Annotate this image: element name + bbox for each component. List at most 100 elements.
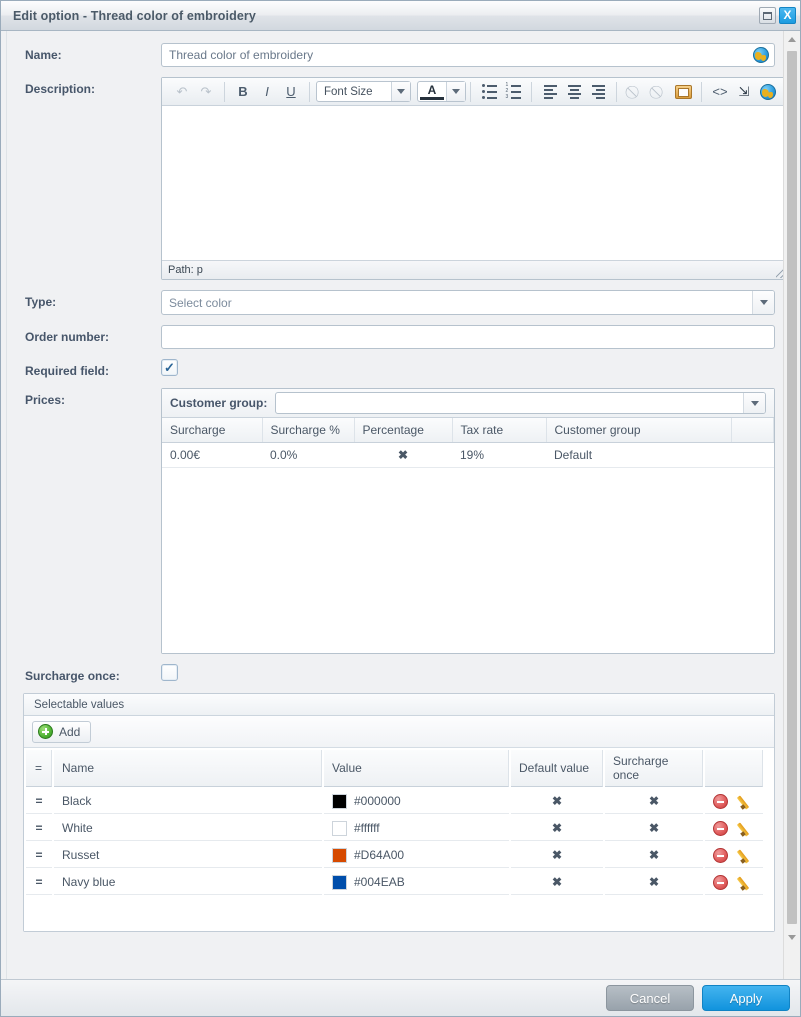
bullet-list-icon[interactable] [478, 81, 500, 103]
list-group: 1 2 3 [473, 81, 529, 103]
order-number-field-wrap [161, 325, 775, 349]
vertical-scrollbar[interactable] [783, 31, 800, 979]
cell-default-value: ✖ [511, 843, 603, 868]
row-drag-handle[interactable]: = [26, 870, 52, 895]
row-drag-handle[interactable]: = [26, 816, 52, 841]
table-row[interactable]: = Russet #D64A00 ✖ ✖ [26, 843, 764, 868]
sv-col-name[interactable]: Name [54, 750, 322, 787]
row-drag-handle[interactable]: = [26, 843, 52, 868]
chevron-up-icon [788, 37, 796, 42]
cell-default-value: ✖ [511, 789, 603, 814]
prices-panel: Customer group: Surcharge Surcharge % Pe… [161, 388, 775, 654]
required-field-wrap: ✓ [161, 359, 775, 376]
add-value-button[interactable]: Add [32, 720, 92, 743]
cell-name: Black [54, 789, 322, 814]
color-hex-text: #000000 [354, 794, 401, 808]
font-size-label: Font Size [324, 85, 373, 98]
table-row[interactable]: = White #ffffff ✖ ✖ [26, 816, 764, 841]
editor-content-area[interactable] [162, 106, 788, 260]
chevron-down-icon[interactable] [752, 291, 774, 314]
checkmark-icon: ✓ [164, 360, 175, 375]
selectable-values-empty-space [24, 897, 774, 931]
edit-pencil-icon[interactable] [740, 875, 755, 890]
editor-path-text: Path: p [168, 264, 203, 276]
fullscreen-icon[interactable]: ⇲ [733, 81, 755, 103]
row-drag-handle[interactable]: = [26, 789, 52, 814]
delete-icon[interactable] [713, 793, 728, 809]
cell-name: Russet [54, 843, 322, 868]
table-row[interactable]: 0.00€ 0.0% ✖ 19% Default [162, 442, 774, 468]
type-select[interactable]: Select color [161, 290, 775, 315]
edit-pencil-icon[interactable] [740, 848, 755, 863]
chevron-down-icon[interactable] [743, 393, 765, 413]
sv-col-default-value[interactable]: Default value [511, 750, 603, 787]
prices-col-percentage[interactable]: Percentage [354, 418, 453, 443]
translate-globe-icon[interactable] [757, 81, 779, 103]
prices-label: Prices: [25, 393, 66, 407]
delete-icon[interactable] [713, 820, 728, 836]
edit-option-dialog: Edit option - Thread color of embroidery… [0, 0, 801, 1017]
prices-col-surcharge-pct[interactable]: Surcharge % [262, 418, 355, 443]
toolbar-divider [531, 81, 532, 102]
undo-icon[interactable]: ↶ [171, 81, 193, 103]
customer-group-bar: Customer group: [162, 389, 774, 418]
chevron-down-icon[interactable] [446, 82, 465, 101]
sv-col-value[interactable]: Value [324, 750, 509, 787]
required-field-checkbox[interactable]: ✓ [161, 359, 178, 376]
form-row-name: Name: [9, 43, 775, 67]
sv-col-surcharge-once[interactable]: Surcharge once [605, 750, 703, 787]
numbered-list-icon[interactable]: 1 2 3 [502, 81, 524, 103]
name-input[interactable] [161, 43, 775, 67]
close-window-button[interactable]: X [779, 7, 796, 24]
italic-icon[interactable]: I [256, 81, 278, 103]
prices-col-customer-group[interactable]: Customer group [546, 418, 732, 443]
table-row[interactable]: = Navy blue #004EAB ✖ ✖ [26, 870, 764, 895]
toolbar-divider [309, 81, 310, 102]
chevron-down-icon[interactable] [391, 82, 410, 101]
delete-icon[interactable] [713, 847, 728, 863]
edit-pencil-icon[interactable] [740, 821, 755, 836]
chevron-down-icon [788, 935, 796, 940]
delete-icon[interactable] [713, 874, 728, 890]
name-label: Name: [25, 48, 62, 62]
link-icon[interactable]: ⃠ [624, 81, 646, 103]
redo-icon[interactable]: ↷ [195, 81, 217, 103]
bold-icon[interactable]: B [232, 81, 254, 103]
tools-group: <> ⇲ [704, 81, 784, 103]
customer-group-select[interactable] [275, 392, 766, 414]
surcharge-once-checkbox[interactable] [161, 664, 178, 681]
scrollbar-thumb[interactable] [787, 51, 797, 924]
scroll-up-button[interactable] [784, 31, 800, 48]
scroll-down-button[interactable] [784, 929, 800, 946]
add-button-label: Add [59, 724, 81, 739]
table-row[interactable]: = Black #000000 ✖ ✖ [26, 789, 764, 814]
prices-col-surcharge[interactable]: Surcharge [162, 418, 263, 443]
prices-field-wrap: Customer group: Surcharge Surcharge % Pe… [161, 388, 775, 654]
form-row-surcharge-once: Surcharge once: [9, 664, 775, 683]
form-row-type: Type: Select color [9, 290, 775, 315]
underline-icon[interactable]: U [280, 81, 302, 103]
restore-icon [763, 11, 772, 20]
align-center-icon[interactable] [563, 81, 585, 103]
apply-button[interactable]: Apply [702, 985, 790, 1011]
cancel-button[interactable]: Cancel [606, 985, 694, 1011]
unlink-icon[interactable]: ⃠ [648, 81, 670, 103]
history-group: ↶ ↷ [166, 81, 222, 103]
sv-col-handle: = [26, 750, 52, 787]
order-number-input[interactable] [161, 325, 775, 349]
restore-window-button[interactable] [759, 7, 776, 24]
type-label: Type: [25, 295, 57, 309]
cell-value: #000000 [324, 789, 509, 814]
edit-pencil-icon[interactable] [740, 794, 755, 809]
source-code-icon[interactable]: <> [709, 81, 731, 103]
cell-surcharge-once: ✖ [605, 870, 703, 895]
align-right-icon[interactable] [587, 81, 609, 103]
prices-col-tax-rate[interactable]: Tax rate [452, 418, 547, 443]
align-left-icon[interactable] [539, 81, 561, 103]
globe-icon[interactable] [753, 47, 769, 63]
insert-image-icon[interactable] [672, 81, 694, 103]
toolbar-divider [470, 81, 471, 102]
font-size-select[interactable]: Font Size [316, 81, 411, 102]
text-color-select[interactable]: A [417, 81, 466, 102]
selectable-values-title: Selectable values [24, 694, 774, 716]
